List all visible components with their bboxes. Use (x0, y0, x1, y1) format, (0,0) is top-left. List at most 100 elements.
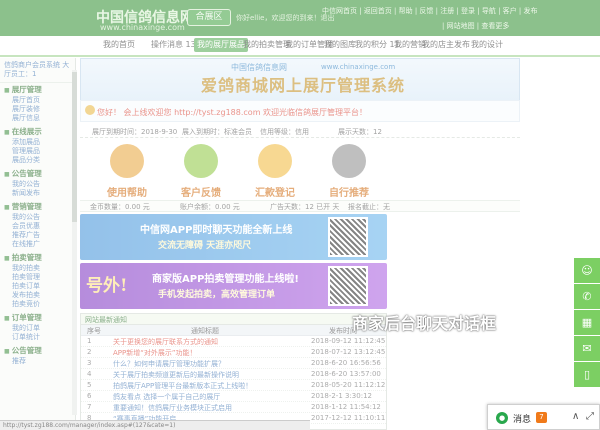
greeting-text: 你好ellie，欢迎您的到来！退出 (236, 14, 335, 22)
nav-item-publish[interactable]: 我的店主发布 (422, 38, 470, 52)
nav-item-gallery[interactable]: 我的图库 (324, 38, 356, 52)
sidebar-group-title[interactable]: 公告管理 (4, 169, 75, 180)
cell-title[interactable]: 重要通知！信鸽展厅业务模块正式启用 (113, 403, 232, 413)
sidebar-group-title[interactable]: 展厅管理 (4, 85, 75, 96)
table-row[interactable]: 4 关于展厅拍卖频道更新后的最新操作说明 2018-6-20 13:57:00 (81, 369, 386, 380)
chat-callout: 商家后台聊天对话框 (352, 314, 497, 333)
main-content: 中国信鸽信息网 www.chinaxinge.com 爱鸽商城网上展厅管理系统 … (80, 58, 520, 430)
cell-no: 5 (87, 381, 92, 389)
sidebar-group-title[interactable]: 公告管理 (4, 346, 75, 357)
mobile-icon[interactable]: ▯ (574, 362, 600, 387)
browser-status-bar: http://tyst.zg188.com/manager/index.asp#… (0, 420, 310, 430)
site-logo-url: www.chinaxinge.com (100, 23, 185, 32)
ad-logo: 号外! (86, 276, 128, 296)
sidebar-link[interactable]: 推荐广告 (4, 231, 75, 240)
sidebar-link[interactable]: 推荐 (4, 357, 75, 366)
sidebar-link[interactable]: 在线推广 (4, 240, 75, 249)
phone-icon[interactable]: ✆ (574, 284, 600, 309)
region-button[interactable]: 合展区 (187, 9, 231, 26)
table-header: 序号 通知标题 发布时间 (81, 325, 386, 336)
nav-item-hall[interactable]: 我的展厅展品 (194, 38, 248, 52)
sidebar-link[interactable]: 我的订单 (4, 324, 75, 333)
table-row[interactable]: 3 什么？如何申请展厅管理功能扩展？ 2018-6-20 16:56:56 (81, 358, 386, 369)
sidebar-link[interactable]: 拍卖管理 (4, 273, 75, 282)
expand-icon[interactable]: ⤢ (586, 411, 594, 422)
sidebar-link[interactable]: 我的公告 (4, 213, 75, 222)
sidebar-link[interactable]: 添加展品 (4, 138, 75, 147)
ad-headline: 中信网APP即时聊天功能全新上线 (140, 225, 293, 236)
sidebar-group: 公告管理 我的公告 新闻发布 (0, 167, 75, 200)
sidebar-link[interactable]: 展厅信息 (4, 114, 75, 123)
table-row[interactable]: 6 鸽友看点 选择一个属于自己的展厅 2018-2-1 3:30:12 (81, 391, 386, 402)
cell-date: 2017-12-12 11:10:11 (311, 414, 386, 422)
float-contact-bar: ☺ ✆ ▦ ✉ ▯ (574, 258, 600, 387)
person-icon[interactable]: ☺ (574, 258, 600, 283)
cell-date: 2018-6-20 16:56:56 (311, 359, 381, 367)
table-row[interactable]: 7 重要通知！信鸽展厅业务模块正式启用 2018-1-12 11:54:12 (81, 402, 386, 413)
sidebar-group: 订单管理 我的订单 订单统计 (0, 311, 75, 344)
pigeon-icon (332, 144, 366, 178)
qr-icon[interactable]: ▦ (574, 310, 600, 335)
cell-title[interactable]: APP新增“对外展示”功能！ (113, 348, 196, 358)
bell-icon (85, 105, 95, 115)
sidebar-group-title[interactable]: 营销管理 (4, 202, 75, 213)
nav-item-auction[interactable]: 我的拍卖管理 (243, 38, 291, 52)
cell-title[interactable]: 关于展厅拍卖频道更新后的最新操作说明 (113, 370, 239, 380)
qr-code (328, 266, 368, 306)
cell-date: 2018-2-1 3:30:12 (311, 392, 372, 400)
sidebar-link[interactable]: 我的拍卖 (4, 264, 75, 273)
welcome-bar: 您好！ 会上线欢迎您 http://tyst.zg188.com 欢迎光临信鸽展… (80, 100, 520, 122)
sidebar-link[interactable]: 展厅首页 (4, 96, 75, 105)
nav-divider (0, 55, 600, 57)
welcome-text[interactable]: 您好！ 会上线欢迎您 http://tyst.zg188.com 欢迎光临信鸽展… (97, 107, 367, 118)
sidebar-link[interactable]: 新闻发布 (4, 189, 75, 198)
sidebar-head: 信鸽商户会员系统 大厅员工：1 (0, 58, 75, 83)
table-row[interactable]: 5 拍鸽展厅APP管理平台最新版本正式上线啦！ 2018-05-20 11:12:1… (81, 380, 386, 391)
stat-item: 展示天数：12 (338, 128, 382, 136)
cell-title[interactable]: 鸽友看点 选择一个属于自己的展厅 (113, 392, 220, 402)
sidebar-link[interactable]: 拍卖竞价 (4, 300, 75, 309)
chevron-up-icon[interactable]: ∧ (572, 411, 579, 422)
sidebar-scroll-thumb[interactable] (72, 72, 77, 222)
sidebar-link[interactable]: 会员优惠 (4, 222, 75, 231)
sidebar-link[interactable]: 展厅装修 (4, 105, 75, 114)
top-links[interactable]: 中信网首页 | 返回首页 | 帮助 | 反馈 | 注册 | 登录 | 导航 | … (322, 6, 537, 16)
sidebar-group: 营销管理 我的公告 会员优惠 推荐广告 在线推广 (0, 200, 75, 251)
cell-no: 3 (87, 359, 92, 367)
ad-headline: 商家版APP拍卖管理功能上线啦! (152, 274, 299, 285)
cell-date: 2018-09-12 11:12:45 (311, 337, 386, 345)
wechat-icon[interactable]: ✉ (574, 336, 600, 361)
sidebar-group: 公告管理 推荐 (0, 344, 75, 368)
ad-banner-auction[interactable]: 号外! 商家版APP拍卖管理功能上线啦! 手机发起拍卖，高效管理订单 (80, 263, 387, 309)
tile-recommend[interactable]: 自行推荐 (304, 140, 394, 202)
cell-title[interactable]: 关于更换您的展厅联系方式的通知 (113, 337, 218, 347)
table-row[interactable]: 1 关于更换您的展厅联系方式的通知 2018-09-12 11:12:45 (81, 336, 386, 347)
cell-title[interactable]: 拍鸽展厅APP管理平台最新版本正式上线啦！ (113, 381, 252, 391)
sidebar-link[interactable]: 拍卖订单 (4, 282, 75, 291)
cell-date: 2018-1-12 11:54:12 (311, 403, 381, 411)
quick-tiles: 使用帮助 客户反馈 汇款登记 自行推荐 (80, 140, 520, 202)
info-item: 报名截止：无 (348, 203, 390, 211)
sidebar-group: 在线展示 添加展品 管理展品 展品分类 (0, 125, 75, 167)
sidebar: 信鸽商户会员系统 大厅员工：1 展厅管理 展厅首页 展厅装修 展厅信息 在线展示… (0, 58, 76, 420)
sidebar-link[interactable]: 我的公告 (4, 180, 75, 189)
table-row[interactable]: 2 APP新增“对外展示”功能！ 2018-07-12 13:12:45 (81, 347, 386, 358)
sidebar-link[interactable]: 管理展品 (4, 147, 75, 156)
ad-banner-chat[interactable]: 中信网APP即时聊天功能全新上线 交流无障碍 天涯亦咫尺 (80, 214, 387, 260)
info-item: 金币数量：0.00 元 (90, 203, 150, 211)
tile-label: 自行推荐 (329, 188, 369, 199)
sidebar-link[interactable]: 展品分类 (4, 156, 75, 165)
nav-item-home[interactable]: 我的首页 (103, 38, 135, 52)
system-title: 爱鸽商城网上展厅管理系统 (201, 76, 406, 95)
sidebar-group-title[interactable]: 在线展示 (4, 127, 75, 138)
top-links-secondary[interactable]: | 网站地图 | 查看更多 (442, 21, 509, 31)
chat-dialog-bar[interactable]: ● 消息 7 ∧ ⤢ (487, 404, 600, 430)
sidebar-link[interactable]: 订单统计 (4, 333, 75, 342)
sidebar-link[interactable]: 发布拍卖 (4, 291, 75, 300)
nav-item-design[interactable]: 我的设计 (471, 38, 503, 52)
stat-item: 展厅到期时间：2018-9-30 (92, 128, 178, 136)
sidebar-group-title[interactable]: 订单管理 (4, 313, 75, 324)
lightbulb-icon (184, 144, 218, 178)
cell-title[interactable]: 什么？如何申请展厅管理功能扩展？ (113, 359, 225, 369)
sidebar-group-title[interactable]: 拍卖管理 (4, 253, 75, 264)
